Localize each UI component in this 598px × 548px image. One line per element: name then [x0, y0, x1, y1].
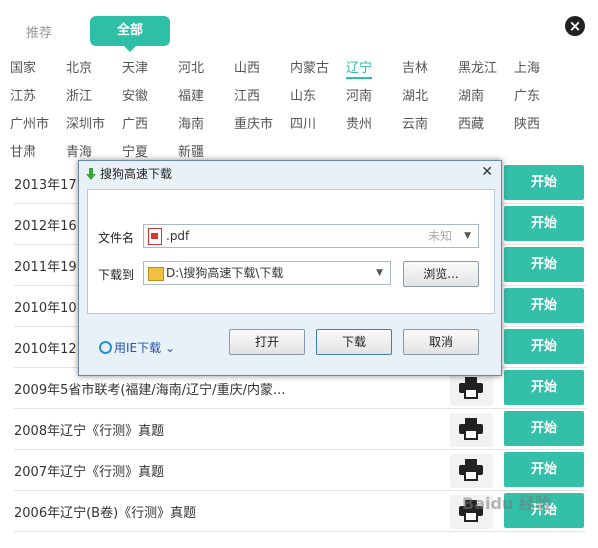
region-item[interactable]: 江苏: [10, 85, 36, 104]
start-button[interactable]: 开始: [504, 206, 584, 241]
tab-all[interactable]: 全部: [90, 16, 170, 52]
pdf-file-icon: [148, 228, 162, 245]
region-item[interactable]: 浙江: [66, 85, 92, 104]
folder-icon: [148, 267, 164, 281]
region-item[interactable]: 广西: [122, 113, 148, 132]
saveto-label: 下载到: [98, 268, 135, 282]
region-item[interactable]: 安徽: [122, 85, 148, 104]
region-item[interactable]: 内蒙古: [290, 57, 329, 76]
exam-title[interactable]: 2007年辽宁《行测》真题: [14, 461, 164, 480]
start-button[interactable]: 开始: [504, 452, 584, 487]
region-item[interactable]: 青海: [66, 141, 92, 160]
download-button[interactable]: 下载: [316, 329, 392, 355]
list-item: 2008年辽宁《行测》真题 开始: [14, 409, 586, 450]
region-item[interactable]: 福建: [178, 85, 204, 104]
region-item[interactable]: 湖北: [402, 85, 428, 104]
region-item[interactable]: 广州市: [10, 113, 49, 132]
download-arrow-icon: [85, 168, 97, 180]
exam-title[interactable]: 2006年辽宁(B卷)《行测》真题: [14, 502, 196, 521]
download-dialog: 搜狗高速下载 ✕ 文件名 .pdf 未知 ▼ 下载到 D:\搜狗高速下载\下载 …: [78, 160, 502, 376]
region-item[interactable]: 甘肃: [10, 141, 36, 160]
exam-title[interactable]: 2008年辽宁《行测》真题: [14, 420, 164, 439]
start-button[interactable]: 开始: [504, 329, 584, 364]
chevron-down-icon[interactable]: ▼: [376, 262, 383, 284]
region-item[interactable]: 山东: [290, 85, 316, 104]
tab-recommended[interactable]: 推荐: [26, 22, 52, 41]
filename-label: 文件名: [98, 231, 135, 245]
region-item[interactable]: 北京: [66, 57, 92, 76]
print-icon[interactable]: [450, 413, 493, 447]
ie-icon: [99, 341, 112, 354]
close-icon[interactable]: ×: [565, 16, 585, 36]
region-item[interactable]: 四川: [290, 113, 316, 132]
dialog-close-icon[interactable]: ✕: [481, 164, 493, 180]
file-size: 未知: [427, 229, 452, 243]
exam-title[interactable]: 2009年5省市联考(福建/海南/辽宁/重庆/内蒙...: [14, 379, 285, 398]
chevron-down-icon[interactable]: ▼: [464, 225, 471, 247]
ie-download-link[interactable]: 用IE下载 ⌄: [99, 339, 175, 356]
region-item[interactable]: 河南: [346, 85, 372, 104]
start-button[interactable]: 开始: [504, 165, 584, 200]
region-item[interactable]: 辽宁: [346, 57, 373, 79]
cancel-button[interactable]: 取消: [403, 329, 479, 355]
region-item[interactable]: 西藏: [458, 113, 484, 132]
list-item: 2007年辽宁《行测》真题 开始: [14, 450, 586, 491]
region-item[interactable]: 云南: [402, 113, 428, 132]
start-button[interactable]: 开始: [504, 288, 584, 323]
dialog-title: 搜狗高速下载: [85, 165, 172, 185]
region-item[interactable]: 宁夏: [122, 141, 148, 160]
region-item[interactable]: 新疆: [178, 141, 204, 160]
region-item[interactable]: 国家: [10, 57, 36, 76]
region-item[interactable]: 黑龙江: [458, 57, 497, 76]
region-item[interactable]: 陕西: [514, 113, 540, 132]
region-item[interactable]: 海南: [178, 113, 204, 132]
region-item[interactable]: 吉林: [402, 57, 428, 76]
category-tabs: 推荐 全部 ×: [0, 0, 598, 52]
saveto-select[interactable]: D:\搜狗高速下载\下载 ▼: [143, 261, 391, 285]
dialog-body: 文件名 .pdf 未知 ▼ 下载到 D:\搜狗高速下载\下载 ▼ 浏览...: [87, 189, 495, 314]
region-item[interactable]: 江西: [234, 85, 260, 104]
region-item[interactable]: 重庆市: [234, 113, 273, 132]
filename-field[interactable]: .pdf 未知 ▼: [143, 224, 479, 248]
region-item[interactable]: 湖南: [458, 85, 484, 104]
start-button[interactable]: 开始: [504, 247, 584, 282]
start-button[interactable]: 开始: [504, 411, 584, 446]
region-item[interactable]: 山西: [234, 57, 260, 76]
browse-button[interactable]: 浏览...: [403, 261, 479, 287]
print-icon[interactable]: [450, 454, 493, 488]
start-button[interactable]: 开始: [504, 370, 584, 405]
open-button[interactable]: 打开: [229, 329, 305, 355]
region-item[interactable]: 天津: [122, 57, 148, 76]
watermark: Baidu 经验: [462, 494, 551, 513]
region-item[interactable]: 河北: [178, 57, 204, 76]
region-item[interactable]: 深圳市: [66, 113, 105, 132]
region-item[interactable]: 贵州: [346, 113, 372, 132]
region-item[interactable]: 上海: [514, 57, 540, 76]
print-icon[interactable]: [450, 372, 493, 406]
region-item[interactable]: 广东: [514, 85, 540, 104]
